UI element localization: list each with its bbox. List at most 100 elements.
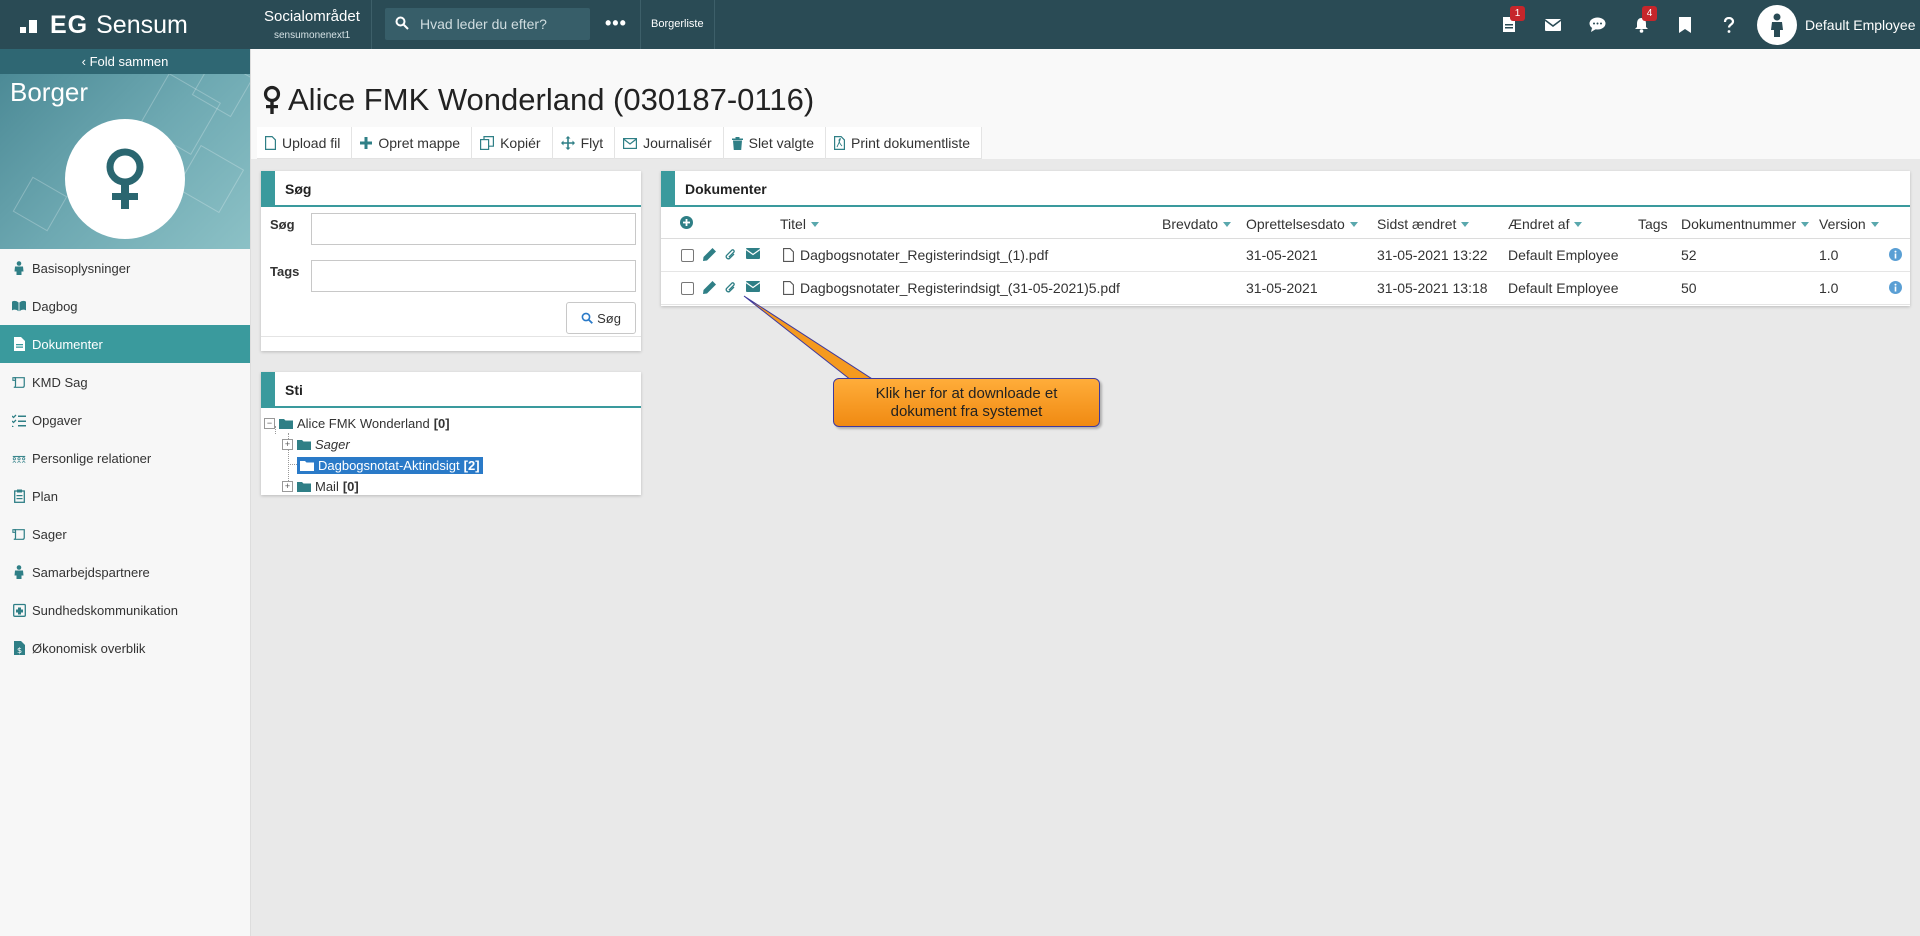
- copy-icon: [480, 136, 495, 150]
- column-header-dokumentnummer[interactable]: Dokumentnummer: [1681, 216, 1810, 232]
- tags-field[interactable]: [311, 260, 636, 292]
- sidebar-item-okonomisk-overblik[interactable]: $ Økonomisk overblik: [0, 629, 250, 667]
- column-label: Ændret af: [1508, 216, 1570, 232]
- print-document-list-button[interactable]: Print dokumentliste: [826, 127, 983, 159]
- sidebar-item-kmd-sag[interactable]: KMD Sag: [0, 363, 250, 401]
- pencil-icon[interactable]: [703, 248, 716, 261]
- sidebar-item-dagbog[interactable]: Dagbog: [0, 287, 250, 325]
- mail-icon[interactable]: [1531, 0, 1575, 49]
- row-checkbox[interactable]: [681, 282, 694, 295]
- female-icon: [106, 148, 144, 209]
- sidebar-item-dokumenter[interactable]: Dokumenter: [0, 325, 250, 363]
- file-icon: [265, 136, 276, 150]
- tree-node-mail[interactable]: + Mail [0]: [282, 476, 359, 496]
- column-header-brevdato[interactable]: Brevdato: [1162, 216, 1232, 232]
- column-header-sidst-aendret[interactable]: Sidst ændret: [1377, 216, 1470, 232]
- bookmark-icon[interactable]: [1663, 0, 1707, 49]
- move-button[interactable]: Flyt: [553, 127, 616, 159]
- column-header-tags[interactable]: Tags: [1638, 216, 1668, 232]
- tags-field-label: Tags: [270, 264, 300, 279]
- table-row[interactable]: Dagbogsnotater_Registerindsigt_(31-05-20…: [661, 272, 1910, 305]
- help-icon[interactable]: [1707, 0, 1751, 49]
- sidebar-item-label: KMD Sag: [32, 374, 88, 390]
- tree-node-dagbogsnotat-aktindsigt[interactable]: Dagbogsnotat-Aktindsigt [2]: [297, 455, 483, 475]
- money-icon: $: [12, 641, 26, 655]
- documents-panel-title: Dokumenter: [661, 171, 1910, 207]
- pdf-icon: [833, 136, 845, 150]
- paperclip-icon[interactable]: [724, 248, 736, 262]
- chevron-left-icon: ‹: [81, 54, 86, 69]
- app-logo[interactable]: EG Sensum: [20, 11, 188, 40]
- sidebar: ‹ Fold sammen Borger Basisoplysninger Da…: [0, 49, 251, 936]
- cell-aendret-af: Default Employee: [1508, 247, 1619, 263]
- document-title-link[interactable]: Dagbogsnotater_Registerindsigt_(31-05-20…: [783, 280, 1120, 296]
- search-field[interactable]: [311, 213, 636, 245]
- document-title-link[interactable]: Dagbogsnotater_Registerindsigt_(1).pdf: [783, 247, 1048, 263]
- citizen-name: Alice FMK Wonderland (030187-0116): [288, 82, 815, 117]
- journalise-button[interactable]: Journalisér: [615, 127, 724, 159]
- tree-node-sager[interactable]: + Sager: [282, 434, 350, 454]
- upload-file-button[interactable]: Upload fil: [257, 127, 353, 159]
- create-folder-button[interactable]: Opret mappe: [352, 127, 473, 159]
- column-header-aendret-af[interactable]: Ændret af: [1508, 216, 1583, 232]
- sidebar-item-label: Dokumenter: [32, 336, 103, 352]
- tree-node-count: [2]: [463, 457, 480, 473]
- sidebar-item-label: Økonomisk overblik: [32, 640, 146, 656]
- search-icon: [395, 16, 409, 33]
- envelope-icon[interactable]: [746, 281, 760, 292]
- journalise-label: Journalisér: [643, 135, 712, 151]
- move-label: Flyt: [580, 135, 604, 151]
- pencil-icon[interactable]: [703, 281, 716, 294]
- copy-button[interactable]: Kopiér: [472, 127, 553, 159]
- sidebar-item-sundhedskommunikation[interactable]: Sundhedskommunikation: [0, 591, 250, 629]
- chat-icon[interactable]: [1575, 0, 1619, 49]
- person-icon: [12, 565, 26, 579]
- collapse-toggle[interactable]: −: [264, 417, 275, 429]
- tree-node-label: Dagbogsnotat-Aktindsigt: [318, 457, 460, 473]
- sidebar-item-personlige-relationer[interactable]: Personlige relationer: [0, 439, 250, 477]
- tree-panel-title: Sti: [261, 372, 641, 408]
- fold-sidebar-button[interactable]: ‹ Fold sammen: [0, 49, 250, 74]
- tree-node-label: Sager: [315, 436, 350, 452]
- column-header-titel[interactable]: Titel: [780, 216, 819, 232]
- delete-selected-button[interactable]: Slet valgte: [724, 127, 826, 159]
- row-checkbox[interactable]: [681, 249, 694, 262]
- tags-row: Tags: [261, 258, 641, 298]
- callout-text: Klik her for at downloade et dokument fr…: [875, 384, 1058, 420]
- expand-toggle[interactable]: +: [282, 480, 293, 492]
- tree-node-root[interactable]: − Alice FMK Wonderland [0]: [264, 413, 450, 433]
- column-header-version[interactable]: Version: [1819, 216, 1879, 232]
- user-menu[interactable]: Default Employee: [1757, 0, 1916, 49]
- more-menu-button[interactable]: •••: [605, 13, 627, 34]
- sidebar-item-samarbejdspartnere[interactable]: Samarbejdspartnere: [0, 553, 250, 591]
- female-icon: [263, 85, 281, 114]
- borgerliste-link[interactable]: Borgerliste: [640, 0, 715, 49]
- organisation-switcher[interactable]: Socialområdet sensumonenext1: [252, 0, 372, 49]
- search-icon: [581, 312, 594, 324]
- sidebar-item-opgaver[interactable]: Opgaver: [0, 401, 250, 439]
- document-toolbar: Upload fil Opret mappe Kopiér Flyt Journ…: [257, 127, 983, 159]
- column-header-oprettelsesdato[interactable]: Oprettelsesdato: [1246, 216, 1358, 232]
- citizen-avatar: [65, 119, 185, 239]
- info-icon[interactable]: [1889, 248, 1902, 261]
- search-button-label: Søg: [597, 310, 621, 326]
- move-icon: [560, 136, 575, 150]
- add-document-icon[interactable]: [680, 216, 693, 229]
- sidebar-item-label: Opgaver: [32, 412, 82, 428]
- info-icon[interactable]: [1889, 281, 1902, 294]
- envelope-icon[interactable]: [746, 248, 760, 259]
- column-label: Dokumentnummer: [1681, 216, 1797, 232]
- paperclip-icon[interactable]: [724, 281, 736, 295]
- sidebar-item-basisoplysninger[interactable]: Basisoplysninger: [0, 249, 250, 287]
- search-button[interactable]: Søg: [566, 302, 636, 334]
- column-label: Oprettelsesdato: [1246, 216, 1345, 232]
- sidebar-item-plan[interactable]: Plan: [0, 477, 250, 515]
- global-search-input[interactable]: [420, 13, 585, 35]
- bell-icon[interactable]: 4: [1619, 0, 1663, 49]
- column-label: Version: [1819, 216, 1866, 232]
- sort-caret-icon: [1223, 221, 1232, 227]
- expand-toggle[interactable]: +: [282, 438, 293, 450]
- document-icon[interactable]: 1: [1487, 0, 1531, 49]
- table-row[interactable]: Dagbogsnotater_Registerindsigt_(1).pdf 3…: [661, 239, 1910, 272]
- sidebar-item-sager[interactable]: Sager: [0, 515, 250, 553]
